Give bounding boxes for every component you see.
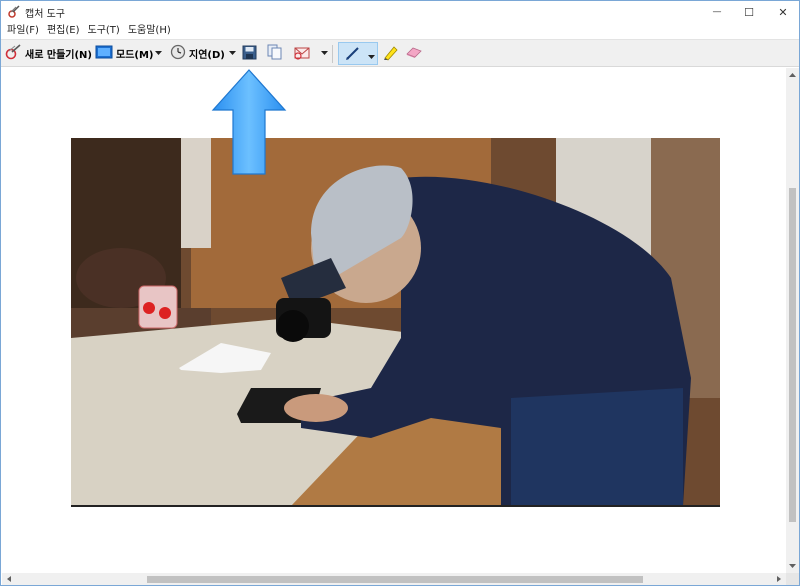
snipping-tool-window: 캡처 도구 — ☐ ✕ 파일(F) 편집(E) 도구(T) 도움말(H) 새로 <box>0 0 800 586</box>
menu-help[interactable]: 도움말(H) <box>126 23 177 39</box>
menu-tools[interactable]: 도구(T) <box>86 23 126 39</box>
close-button[interactable]: ✕ <box>766 1 800 23</box>
eraser-button[interactable] <box>405 43 423 64</box>
menu-edit[interactable]: 편집(E) <box>45 23 86 39</box>
horizontal-scrollbar[interactable] <box>2 573 786 585</box>
menu-file[interactable]: 파일(F) <box>5 23 45 39</box>
capture-canvas[interactable] <box>2 68 786 573</box>
save-button[interactable] <box>242 43 257 64</box>
vertical-scroll-thumb[interactable] <box>789 188 796 522</box>
delay-label: 지연(D) <box>189 50 225 61</box>
copy-button[interactable] <box>267 43 282 64</box>
scrollbar-corner <box>786 573 799 585</box>
mode-icon <box>95 45 113 62</box>
horizontal-scroll-thumb[interactable] <box>147 576 643 583</box>
captured-photo <box>71 138 720 506</box>
delay-dropdown-caret[interactable] <box>228 47 237 59</box>
highlighter-button[interactable] <box>382 43 399 64</box>
close-icon: ✕ <box>778 5 788 19</box>
photo-bottom-border <box>71 505 720 507</box>
new-snip-icon <box>4 43 22 64</box>
minimize-button[interactable]: — <box>700 1 734 23</box>
clock-icon <box>170 44 186 63</box>
send-email-icon <box>293 44 311 63</box>
new-snip-label: 새로 만들기(N) <box>25 50 92 61</box>
pen-dropdown-caret[interactable] <box>368 51 375 62</box>
menu-bar: 파일(F) 편집(E) 도구(T) 도움말(H) <box>1 23 799 39</box>
copy-icon <box>267 44 282 63</box>
maximize-icon: ☐ <box>744 5 754 19</box>
send-dropdown-caret[interactable] <box>320 47 329 59</box>
mode-dropdown-caret[interactable] <box>154 47 163 59</box>
pen-tool-button[interactable] <box>338 42 378 65</box>
window-title: 캡처 도구 <box>25 9 65 20</box>
highlighter-icon <box>382 44 399 64</box>
save-icon <box>242 45 257 63</box>
minimize-icon: — <box>712 7 722 17</box>
mode-button[interactable]: 모드(M) <box>95 43 154 64</box>
pen-icon <box>344 45 361 65</box>
eraser-icon <box>405 45 423 62</box>
scroll-down-arrow-icon[interactable] <box>786 561 799 571</box>
delay-button[interactable]: 지연(D) <box>170 43 225 64</box>
scroll-right-arrow-icon[interactable] <box>774 573 784 585</box>
scroll-up-arrow-icon[interactable] <box>786 70 799 80</box>
snipping-tool-app-icon <box>7 5 21 19</box>
blue-up-arrow-icon <box>211 68 287 179</box>
toolbar-separator <box>332 45 333 63</box>
toolbar: 새로 만들기(N) 모드(M) 지연(D) <box>1 39 799 67</box>
scroll-left-arrow-icon[interactable] <box>4 573 14 585</box>
new-snip-button[interactable]: 새로 만들기(N) <box>4 43 92 64</box>
vertical-scrollbar[interactable] <box>786 68 799 573</box>
send-snip-button[interactable] <box>293 43 311 64</box>
maximize-button[interactable]: ☐ <box>732 1 766 23</box>
mode-label: 모드(M) <box>116 50 154 61</box>
title-bar: 캡처 도구 — ☐ ✕ <box>1 1 799 23</box>
